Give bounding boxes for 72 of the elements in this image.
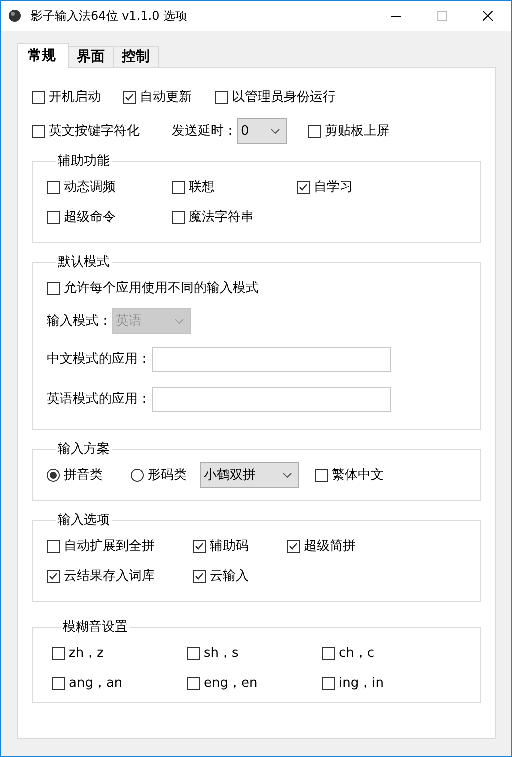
input-field[interactable] xyxy=(152,346,391,372)
group-title: 模糊音设置 xyxy=(62,619,129,636)
field-label: 英语模式的应用： xyxy=(47,391,152,408)
checkbox[interactable] xyxy=(322,646,335,660)
field-label: 中文模式的应用： xyxy=(47,351,152,368)
radio-label: 拼音类 xyxy=(64,467,103,484)
close-icon xyxy=(483,11,493,21)
checkbox-label: ing，in xyxy=(339,675,384,692)
checkbox-label: 允许每个应用使用不同的输入模式 xyxy=(64,280,259,297)
checkbox[interactable] xyxy=(47,210,60,224)
checkbox-label: 繁体中文 xyxy=(332,467,384,484)
checkbox-label: 超级命令 xyxy=(64,209,116,226)
checkbox[interactable] xyxy=(193,540,206,552)
checkbox[interactable] xyxy=(187,646,200,660)
group-title: 输入选项 xyxy=(57,512,111,529)
checkbox-label: 自学习 xyxy=(314,179,353,196)
checkbox[interactable] xyxy=(193,570,206,582)
chevron-icon xyxy=(271,128,280,134)
field-label: 发送延时： xyxy=(172,123,237,140)
tab[interactable]: 控制 xyxy=(113,46,159,67)
checkbox[interactable] xyxy=(52,646,65,660)
radio-button[interactable] xyxy=(131,468,144,482)
checkbox-label: 辅助码 xyxy=(210,538,249,555)
checkbox[interactable] xyxy=(47,540,60,552)
dropdown[interactable]: 0 xyxy=(237,118,287,144)
checkbox-label: zh，z xyxy=(69,645,104,662)
checkbox-label: eng，en xyxy=(204,675,258,692)
app-icon xyxy=(7,8,23,24)
checkbox[interactable] xyxy=(322,676,335,690)
checkbox[interactable] xyxy=(287,540,300,552)
checkbox[interactable] xyxy=(308,124,321,138)
checkbox-label: 联想 xyxy=(189,179,215,196)
checkbox[interactable] xyxy=(32,90,45,104)
checkbox-label: 自动更新 xyxy=(140,89,192,106)
checkbox[interactable] xyxy=(187,676,200,690)
checkbox[interactable] xyxy=(32,124,45,138)
maximize-icon xyxy=(437,11,447,21)
checkbox[interactable] xyxy=(47,570,60,582)
checkbox-label: ang，an xyxy=(69,675,123,692)
checkbox-label: 魔法字符串 xyxy=(189,209,254,226)
checkbox-label: 英文按键字符化 xyxy=(49,123,140,140)
input-field[interactable] xyxy=(152,386,391,412)
checkbox[interactable] xyxy=(172,210,185,224)
checkbox-label: 自动扩展到全拼 xyxy=(64,538,155,555)
group-title: 辅助功能 xyxy=(57,153,111,170)
field-label: 输入模式： xyxy=(47,313,112,330)
checkbox-label: 云结果存入词库 xyxy=(64,568,155,585)
checkbox[interactable] xyxy=(172,180,185,194)
tab[interactable]: 常规 xyxy=(17,43,69,68)
checkbox[interactable] xyxy=(123,90,136,104)
checkbox[interactable] xyxy=(315,468,328,482)
window-title: 影子输入法64位 v1.1.0 选项 xyxy=(31,8,189,24)
checkbox[interactable] xyxy=(297,180,310,194)
chevron-icon xyxy=(175,318,184,324)
chevron-icon xyxy=(283,472,292,478)
checkbox-label: 超级简拼 xyxy=(304,538,356,555)
checkbox[interactable] xyxy=(52,676,65,690)
checkbox[interactable] xyxy=(47,180,60,194)
group-title: 输入方案 xyxy=(57,441,111,458)
checkbox-label: 动态调频 xyxy=(64,179,116,196)
checkbox[interactable] xyxy=(215,90,228,104)
checkbox-label: ch，c xyxy=(339,645,375,662)
checkbox-label: 开机启动 xyxy=(49,89,101,106)
radio-label: 形码类 xyxy=(148,467,187,484)
radio-button[interactable] xyxy=(47,468,60,482)
checkbox-label: 以管理员身份运行 xyxy=(232,89,336,106)
checkbox-label: sh，s xyxy=(204,645,239,662)
group-title: 默认模式 xyxy=(57,254,111,271)
checkbox[interactable] xyxy=(47,282,60,294)
dropdown[interactable]: 小鹤双拼 xyxy=(200,462,299,488)
checkbox-label: 云输入 xyxy=(210,568,249,585)
checkbox-label: 剪贴板上屏 xyxy=(325,123,390,140)
